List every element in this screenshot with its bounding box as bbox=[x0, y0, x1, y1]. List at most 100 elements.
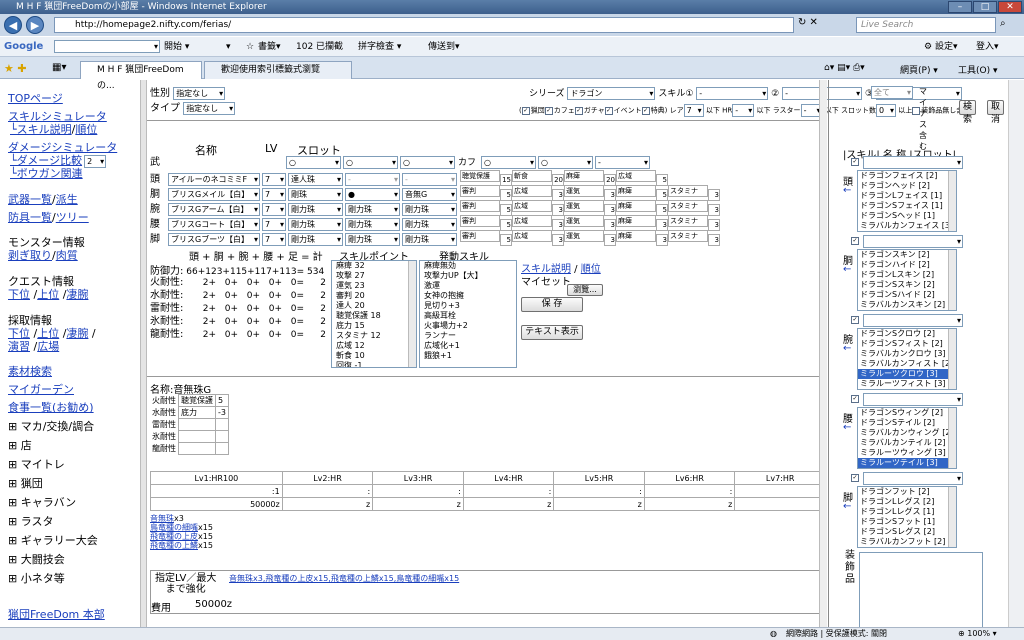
part-option[interactable]: ドラゴンSヘッド [1] bbox=[858, 211, 956, 221]
slot-select[interactable]: ○ bbox=[286, 156, 341, 169]
slot-select[interactable]: - bbox=[345, 172, 400, 186]
tools-menu[interactable]: 工具(O) ▾ bbox=[958, 63, 998, 76]
forward-button[interactable]: ▶ bbox=[26, 16, 44, 34]
order-link[interactable]: 順位 bbox=[581, 264, 601, 275]
favorites-star-icon[interactable]: ★ ✚ bbox=[4, 62, 27, 75]
tab-welcome[interactable]: 歡迎使用索引標籤式瀏覽 bbox=[204, 61, 352, 79]
part-option[interactable]: ミラバルカンフット [2] bbox=[858, 537, 956, 547]
part-filter-select[interactable] bbox=[863, 314, 963, 327]
list-scrollbar[interactable] bbox=[948, 329, 956, 389]
slot-select[interactable]: 剛力珠 bbox=[288, 232, 343, 246]
expand-icon[interactable]: ⊞ bbox=[8, 572, 17, 585]
part-option[interactable]: ドラゴンヘッド [2] bbox=[858, 181, 956, 191]
arrow-left-icon[interactable]: ← bbox=[843, 501, 851, 512]
slot-select[interactable]: ● bbox=[345, 187, 400, 201]
nav-food[interactable]: 食事一覧 bbox=[8, 401, 52, 414]
expand-icon[interactable]: ⊞ bbox=[8, 458, 17, 471]
material-link[interactable]: 飛竜種の上皮 bbox=[150, 532, 198, 541]
part-option[interactable]: ドラゴンSテイル [2] bbox=[858, 418, 956, 428]
arrow-left-icon[interactable]: ← bbox=[843, 343, 851, 354]
check-cafe[interactable]: ✓ bbox=[544, 106, 553, 115]
part-option[interactable]: ミラバルカンクロウ [3] bbox=[858, 349, 956, 359]
slot-select[interactable]: 達人珠 bbox=[288, 172, 343, 186]
part-option[interactable]: ドラゴンLレグス [1] bbox=[858, 507, 956, 517]
home-icon[interactable]: ⌂▾ ▤▾ ⎙▾ bbox=[824, 63, 865, 73]
material-link[interactable]: 音無珠 bbox=[150, 514, 174, 523]
part-option[interactable]: ミラバルカンフェイス [3] bbox=[858, 221, 956, 231]
part-option[interactable]: ドラゴンフット [2] bbox=[858, 487, 956, 497]
equip-lv-select[interactable]: 7 bbox=[262, 172, 286, 186]
equip-name-select[interactable]: ブリスGメイル【白】 bbox=[168, 187, 260, 201]
arrow-left-icon[interactable]: ← bbox=[843, 422, 851, 433]
expand-icon[interactable]: ⊞ bbox=[8, 553, 17, 566]
part-checkbox[interactable]: ✓ bbox=[851, 316, 859, 324]
part-checkbox[interactable]: ✓ bbox=[851, 237, 859, 245]
equip-lv-select[interactable]: 7 bbox=[262, 217, 286, 231]
part-option[interactable]: ドラゴンSハイド [2] bbox=[858, 290, 956, 300]
nav-ensyu[interactable]: 演習 bbox=[8, 340, 30, 353]
slot-select[interactable]: ○ bbox=[400, 156, 455, 169]
part-list[interactable]: ドラゴンSクロウ [2] ドラゴンSフィスト [2] ミラバルカンクロウ [3] ミラ… bbox=[857, 328, 957, 390]
part-filter-select[interactable] bbox=[863, 472, 963, 485]
equip-name-select[interactable]: ブリスGコート【白】 bbox=[168, 217, 260, 231]
karu-select[interactable]: ○ bbox=[481, 156, 537, 169]
skill1-select[interactable]: - bbox=[696, 87, 769, 100]
nav-quest-low[interactable]: 下位 bbox=[8, 288, 30, 301]
toolbar-bookmarks[interactable]: 書籤▾ bbox=[258, 37, 281, 57]
type-select[interactable]: 指定なし bbox=[183, 101, 236, 115]
part-option[interactable]: ミラルーツテイル [3] bbox=[858, 458, 956, 468]
expand-icon[interactable]: ⊞ bbox=[8, 534, 17, 547]
minimize-button[interactable]: – bbox=[948, 1, 972, 13]
nav-tree-item[interactable]: ⊞ 店 bbox=[8, 439, 98, 458]
nav-tree-item[interactable]: ⊞ ラスタ bbox=[8, 515, 98, 534]
part-option[interactable]: ドラゴンSレグス [2] bbox=[858, 527, 956, 537]
nav-strip[interactable]: 剥ぎ取り bbox=[8, 249, 52, 262]
part-option[interactable]: ミラバルカンスキン [2] bbox=[858, 300, 956, 310]
equip-lv-select[interactable]: 7 bbox=[262, 187, 286, 201]
slot-select[interactable]: 剛珠 bbox=[288, 187, 343, 201]
part-option[interactable]: ドラゴンLスキン [2] bbox=[858, 270, 956, 280]
nav-home[interactable]: 猟団FreeDom 本部 bbox=[8, 608, 105, 621]
expand-icon[interactable]: ⊞ bbox=[8, 477, 17, 490]
nav-tree-item[interactable]: ⊞ キャラバン bbox=[8, 496, 98, 515]
nav-armor[interactable]: 防具一覧 bbox=[8, 211, 52, 224]
equip-name-select[interactable]: アイルーのネコミミF bbox=[168, 172, 260, 186]
karu-select[interactable]: ○ bbox=[538, 156, 594, 169]
slot-select[interactable]: 剛力珠 bbox=[288, 202, 343, 216]
list-scrollbar[interactable] bbox=[948, 250, 956, 310]
part-list[interactable]: ドラゴンフェイス [2] ドラゴンヘッド [2] ドラゴンLフェイス [1] ドラゴン… bbox=[857, 170, 957, 232]
list-scrollbar[interactable] bbox=[948, 171, 956, 231]
slot-select[interactable]: 剛力珠 bbox=[402, 232, 457, 246]
points-scrollbar[interactable] bbox=[408, 261, 416, 367]
save-button[interactable]: 保 存 bbox=[521, 297, 583, 312]
toolbar-spell[interactable]: 拼字檢查 ▾ bbox=[358, 37, 401, 57]
settings-icon[interactable]: ⚙ 設定▾ bbox=[924, 37, 957, 57]
part-checkbox[interactable]: ✓ bbox=[851, 395, 859, 403]
equip-name-select[interactable]: ブリスGアーム【白】 bbox=[168, 202, 260, 216]
check-tokuten[interactable]: ✓ bbox=[641, 106, 650, 115]
nav-gather-low[interactable]: 下位 bbox=[8, 327, 30, 340]
slot-select[interactable]: - bbox=[402, 172, 457, 186]
nav-top[interactable]: TOPページ bbox=[8, 92, 63, 105]
slot-select[interactable]: 剛力珠 bbox=[345, 217, 400, 231]
part-list[interactable]: ドラゴンフット [2] ドラゴンLレグス [2] ドラゴンLレグス [1] ドラゴンS… bbox=[857, 486, 957, 548]
list-scrollbar[interactable] bbox=[948, 487, 956, 547]
rare-select[interactable]: 7 bbox=[683, 104, 704, 117]
part-option[interactable]: ドラゴンSフィスト [2] bbox=[858, 339, 956, 349]
slot-select[interactable]: 剛力珠 bbox=[288, 217, 343, 231]
slot-select[interactable]: 剛力珠 bbox=[345, 232, 400, 246]
nav-quest-high[interactable]: 上位 bbox=[37, 288, 59, 301]
material-link[interactable]: 飛竜種の上鱗 bbox=[150, 541, 198, 550]
expand-icon[interactable]: ⊞ bbox=[8, 439, 17, 452]
part-filter-select[interactable] bbox=[863, 235, 963, 248]
slot-select[interactable]: 剛力珠 bbox=[402, 202, 457, 216]
part-option[interactable]: ドラゴンスキン [2] bbox=[858, 250, 956, 260]
part-checkbox[interactable]: ✓ bbox=[851, 474, 859, 482]
skill-points-list[interactable]: 麻痺 32 攻撃 27 運気 23 審判 20 達人 20 聴覚保護 18 底力 15 スタミ… bbox=[331, 260, 417, 368]
left-splitter[interactable] bbox=[140, 80, 147, 627]
part-option[interactable]: ドラゴンSウィング [2] bbox=[858, 408, 956, 418]
summary-materials[interactable]: 音無珠x3,飛竜種の上皮x15,飛竜種の上鱗x15,鳥竜種の細嘴x15 bbox=[229, 573, 459, 584]
part-filter-select[interactable] bbox=[863, 393, 963, 406]
nav-meat[interactable]: 肉質 bbox=[56, 249, 78, 262]
refresh-icon[interactable]: ↻ ✕ bbox=[798, 17, 818, 28]
